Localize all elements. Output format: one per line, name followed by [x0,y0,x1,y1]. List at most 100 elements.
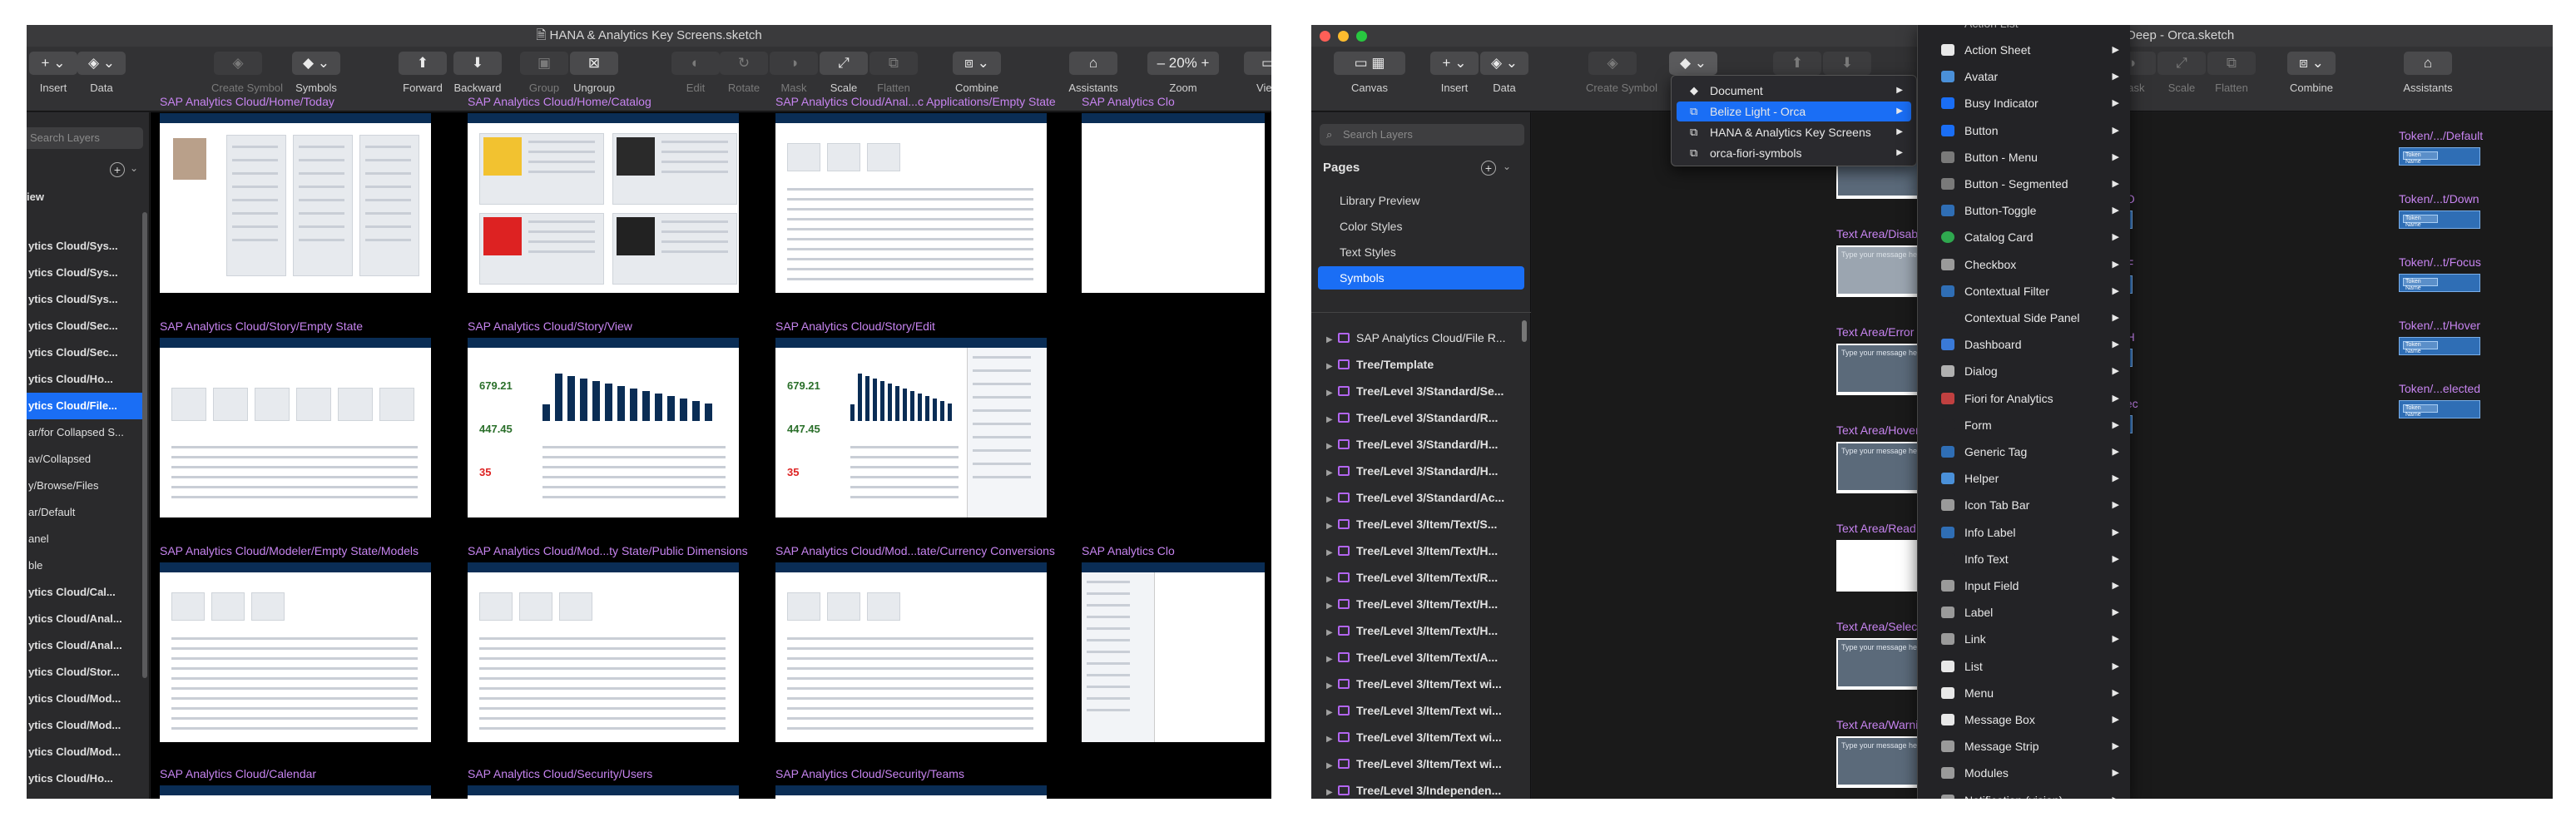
artboard-title[interactable]: SAP Analytics Cloud/Mod...ty State/Publi… [468,544,748,557]
menu-item-helper[interactable]: Helper ▶ [1918,465,2131,492]
artboard[interactable]: SAP Analytics Clo [1082,544,1265,742]
menu-item-generic-tag[interactable]: Generic Tag ▶ [1918,438,2131,465]
layer-row[interactable]: anel [27,526,143,552]
menu-item-icon-tab-bar[interactable]: Icon Tab Bar ▶ [1918,492,2131,518]
layer-row[interactable]: ytics Cloud/Anal... [27,606,143,632]
page-symbols[interactable]: Symbols [1318,266,1524,290]
disclosure-triangle-icon[interactable]: ▶ [1326,513,1338,537]
menu-item-message-box[interactable]: Message Box ▶ [1918,706,2131,733]
layer-row[interactable]: ▶ Tree/Level 3/Item/Text wi... [1311,671,1531,697]
layer-row[interactable]: ▶ Tree/Level 3/Standard/Ac... [1311,484,1531,511]
search-input[interactable]: ⌕ Search Layers [1320,124,1524,146]
menu-item-contextual-side-panel[interactable]: Contextual Side Panel ▶ [1918,305,2131,331]
scrollbar[interactable] [1522,320,1527,342]
artboard-title[interactable]: SAP Analytics Cloud/Story/Empty State [160,319,363,333]
token-artboard[interactable]: Token/.../Default Token Name [2399,129,2483,166]
layer-row[interactable]: ▶ Tree/Level 3/Item/Text/H... [1311,617,1531,644]
layer-row[interactable]: ytics Cloud/Anal... [27,632,143,659]
layer-row[interactable]: ytics Cloud/Sec... [27,339,143,366]
menu-item-checkbox[interactable]: Checkbox ▶ [1918,251,2131,278]
menu-item-orca-fiori-symbols[interactable]: ⧉ orca-fiori-symbols ▶ [1677,143,1911,163]
artboard-title[interactable]: Token/...t/Down [2399,192,2479,206]
artboard[interactable]: SAP Analytics Cloud/Story/View 679.21 447.… [468,319,739,517]
toolbar-view-button[interactable]: ▭ View [1241,52,1271,108]
artboard-title[interactable]: SAP Analytics Cloud/Story/View [468,319,632,333]
artboard-title[interactable]: SAP Analytics Cloud/Mod...tate/Currency … [775,544,1055,557]
artboard-title[interactable]: SAP Analytics Cloud/Calendar [160,767,316,780]
disclosure-triangle-icon[interactable]: ▶ [1326,753,1338,777]
disclosure-triangle-icon[interactable]: ▶ [1326,593,1338,617]
layer-row[interactable]: ytics Cloud/Sys... [27,233,143,260]
artboard-title[interactable]: SAP Analytics Cloud/Security/Teams [775,767,964,780]
artboard-title[interactable]: SAP Analytics Cloud/Security/Users [468,767,652,780]
toolbar-assistants-button[interactable]: ⌂ Assistants [2401,52,2455,108]
layer-row[interactable]: ▶ Tree/Level 3/Item/Text wi... [1311,724,1531,750]
layer-row[interactable]: y/Browse/Files [27,473,143,499]
disclosure-triangle-icon[interactable]: ▶ [1326,540,1338,564]
toolbar-flatten-button[interactable]: ⧉ Flatten [2205,52,2258,108]
layer-row[interactable]: ar/for Collapsed S... [27,419,143,446]
toolbar-combine-button[interactable]: ⧈ ⌄ Combine [2285,52,2338,108]
artboard[interactable]: SAP Analytics Cloud/Home/Today [160,95,431,293]
close-window-button[interactable] [1320,31,1330,42]
menu-item-menu[interactable]: Menu ▶ [1918,680,2131,706]
toolbar-insert-button[interactable]: + ⌄ Insert [1428,52,1481,108]
add-page-icon[interactable]: + [1481,161,1496,176]
menu-item-input-field[interactable]: Input Field ▶ [1918,572,2131,599]
layer-row[interactable]: ▶ Tree/Level 3/Standard/R... [1311,404,1531,431]
layer-row[interactable]: ▶ Tree/Level 3/Item/Text/H... [1311,537,1531,564]
menu-item-avatar[interactable]: Avatar ▶ [1918,63,2131,90]
disclosure-triangle-icon[interactable]: ▶ [1326,726,1338,750]
artboard-title[interactable]: SAP Analytics Clo [1082,544,1175,557]
artboard-title[interactable]: SAP Analytics Cloud/Story/Edit [775,319,935,333]
toolbar-edit-button[interactable]: ◐ Edit [669,52,722,108]
search-input[interactable]: Search Layers [27,127,143,149]
artboard[interactable]: SAP Analytics Cloud/Security/Users [468,767,739,799]
layer-row[interactable]: ytics Cloud/Cal... [27,579,143,606]
toolbar-rotate-button[interactable]: ↻ Rotate [717,52,770,108]
disclosure-triangle-icon[interactable]: ▶ [1326,407,1338,431]
artboard-title[interactable]: Token/...t/Focus [2399,255,2481,269]
page-text-styles[interactable]: Text Styles [1318,240,1524,264]
layer-row[interactable]: ▶ Tree/Level 3/Item/Text/H... [1311,591,1531,617]
artboard-title[interactable]: SAP Analytics Cloud/Home/Today [160,95,334,108]
layer-row[interactable]: ytics Cloud/Mod... [27,686,143,712]
menu-item-dialog[interactable]: Dialog ▶ [1918,358,2131,384]
layer-row[interactable]: ▶ Tree/Level 3/Item/Text wi... [1311,697,1531,724]
layer-row[interactable]: ytics Cloud/Ho... [27,366,143,393]
layer-row[interactable]: av/Collapsed [27,446,143,473]
menu-item-button-toggle[interactable]: Button-Toggle ▶ [1918,197,2131,224]
artboard[interactable]: SAP Analytics Cloud/Story/Empty State [160,319,431,517]
page-color-styles[interactable]: Color Styles [1318,215,1524,238]
layer-row[interactable]: ▶ Tree/Level 3/Standard/H... [1311,431,1531,458]
artboard[interactable]: SAP Analytics Cloud/Home/Catalog [468,95,739,293]
layer-row[interactable]: ▶ Tree/Level 3/Item/Text/A... [1311,644,1531,671]
toolbar-data-button[interactable]: ◈ ⌄ Data [75,52,128,108]
disclosure-triangle-icon[interactable]: ▶ [1326,567,1338,591]
disclosure-triangle-icon[interactable]: ▶ [1326,700,1338,724]
artboard[interactable]: SAP Analytics Cloud/Mod...tate/Currency … [775,544,1055,742]
token-artboard[interactable]: Token/...elected Token Name [2399,382,2480,418]
toolbar-canvas-button[interactable]: ▭ ▦ Canvas [1328,52,1411,108]
token-artboard[interactable]: Token/...t/Focus Token Name [2399,255,2481,292]
menu-item-hana-analytics-key-screens[interactable]: ⧉ HANA & Analytics Key Screens ▶ [1677,122,1911,142]
layer-row[interactable]: ▶ Tree/Level 3/Item/Text/R... [1311,564,1531,591]
canvas-left[interactable]: SAP Analytics Cloud/Home/Today SAP Analyt… [151,95,1271,799]
layer-row[interactable]: ytics Cloud/Ho... [27,765,143,792]
artboard[interactable]: SAP Analytics Cloud/Mod...ty State/Publi… [468,544,748,742]
menu-item-button[interactable]: Button ▶ [1918,117,2131,144]
menu-item-info-label[interactable]: Info Label ▶ [1918,519,2131,546]
layer-row[interactable]: ▶ Tree/Level 3/Standard/H... [1311,458,1531,484]
disclosure-triangle-icon[interactable]: ▶ [1326,673,1338,697]
layer-row[interactable]: ▶ Tree/Level 3/Item/Text/S... [1311,511,1531,537]
artboard-title[interactable]: SAP Analytics Cloud/Home/Catalog [468,95,651,108]
menu-item-link[interactable]: Link ▶ [1918,626,2131,652]
layer-row[interactable]: ▶ Tree/Level 3/Item/Text wi... [1311,750,1531,777]
layer-row[interactable]: ytics Cloud/Sys... [27,286,143,313]
menu-item-notification-vision[interactable]: Notification (vision) ▶ [1918,787,2131,799]
layer-row[interactable]: ▶ Tree/Level 3/Independen... [1311,777,1531,799]
layer-row[interactable]: ar/Default [27,499,143,526]
artboard-title[interactable]: Token/...elected [2399,382,2480,395]
menu-item-fiori-for-analytics[interactable]: Fiori for Analytics ▶ [1918,385,2131,412]
layer-row[interactable]: ▶ SAP Analytics Cloud/File R... [1311,324,1531,351]
